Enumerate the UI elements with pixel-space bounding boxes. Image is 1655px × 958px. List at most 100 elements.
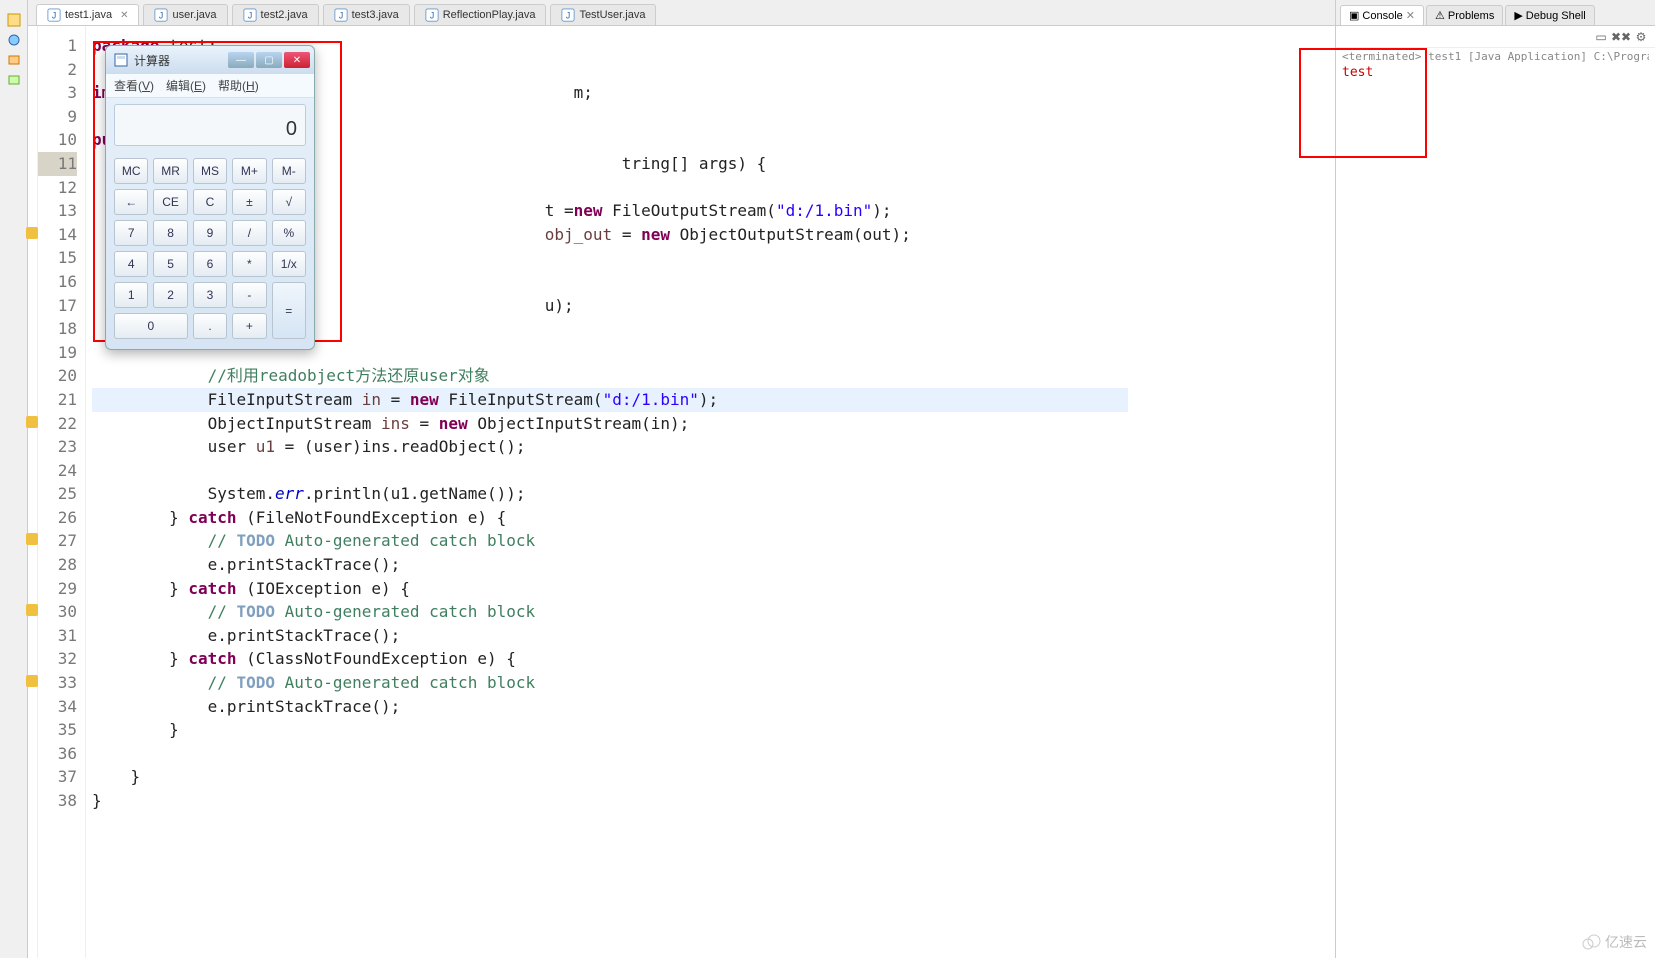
close-tab-icon[interactable]: ✕ xyxy=(120,10,128,21)
calc-button[interactable]: ← xyxy=(114,189,148,215)
editor-tab[interactable]: JReflectionPlay.java xyxy=(414,4,547,25)
line-number: 3 xyxy=(38,81,77,105)
calc-button[interactable]: MS xyxy=(193,158,227,184)
calc-button[interactable]: % xyxy=(272,220,306,246)
code-line[interactable]: } catch (IOException e) { xyxy=(92,577,1128,601)
console-output: test xyxy=(1342,65,1649,80)
calc-button[interactable]: C xyxy=(193,189,227,215)
calc-menu-item[interactable]: 查看(V) xyxy=(114,77,154,94)
calc-button[interactable]: = xyxy=(272,282,306,339)
gutter-marker xyxy=(28,435,37,459)
tool-icon[interactable] xyxy=(6,52,22,68)
calc-button[interactable]: 8 xyxy=(153,220,187,246)
calc-menu-item[interactable]: 帮助(H) xyxy=(218,77,259,94)
calc-button[interactable]: √ xyxy=(272,189,306,215)
editor-tab[interactable]: Juser.java xyxy=(143,4,227,25)
calc-button[interactable]: 6 xyxy=(193,251,227,277)
pin-console-icon[interactable]: ⚙ xyxy=(1633,29,1649,45)
calc-button[interactable]: 5 xyxy=(153,251,187,277)
calc-button[interactable]: MC xyxy=(114,158,148,184)
minimize-button[interactable]: — xyxy=(228,52,254,68)
code-line[interactable]: } catch (ClassNotFoundException e) { xyxy=(92,647,1128,671)
code-line[interactable]: user u1 = (user)ins.readObject(); xyxy=(92,435,1128,459)
gutter-marker xyxy=(28,34,37,58)
editor-tab[interactable]: Jtest2.java xyxy=(232,4,319,25)
line-number: 31 xyxy=(38,624,77,648)
calc-button[interactable]: 2 xyxy=(153,282,187,308)
calc-button[interactable]: ± xyxy=(232,189,266,215)
line-number: 33 xyxy=(38,671,77,695)
editor-tab[interactable]: JTestUser.java xyxy=(550,4,656,25)
gutter-marker xyxy=(28,246,37,270)
code-line[interactable]: // TODO Auto-generated catch block xyxy=(92,671,1128,695)
calc-button[interactable]: . xyxy=(193,313,227,339)
java-file-icon: J xyxy=(243,8,257,22)
calc-button[interactable]: 4 xyxy=(114,251,148,277)
code-line[interactable] xyxy=(92,742,1128,766)
panel-tab-icon: ⚠ xyxy=(1435,9,1445,22)
calc-button[interactable]: 1/x xyxy=(272,251,306,277)
gutter-marker xyxy=(28,671,37,695)
gutter-marker xyxy=(28,152,37,176)
panel-tab[interactable]: ▣Console ✕ xyxy=(1340,5,1424,25)
code-line[interactable]: ObjectInputStream ins = new ObjectInputS… xyxy=(92,412,1128,436)
code-line[interactable]: //利用readobject方法还原user对象 xyxy=(92,364,1128,388)
editor-tab[interactable]: Jtest1.java✕ xyxy=(36,4,139,25)
calculator-display: 0 xyxy=(114,104,306,146)
panel-tab-label: Console xyxy=(1362,10,1402,22)
code-line[interactable]: } xyxy=(92,789,1128,813)
line-number: 16 xyxy=(38,270,77,294)
calc-button[interactable]: - xyxy=(232,282,266,308)
right-panel: ▣Console ✕⚠Problems▶Debug Shell ▭ ✖✖ ⚙ <… xyxy=(1335,0,1655,958)
tool-icon[interactable] xyxy=(6,12,22,28)
close-button[interactable]: ✕ xyxy=(284,52,310,68)
calc-button[interactable]: 7 xyxy=(114,220,148,246)
gutter-marker xyxy=(28,600,37,624)
line-number: 21 xyxy=(38,388,77,412)
calculator-titlebar[interactable]: 计算器 — ▢ ✕ xyxy=(106,46,314,74)
calc-button[interactable]: 0 xyxy=(114,313,188,339)
gutter-marker xyxy=(28,789,37,813)
tool-icon[interactable] xyxy=(6,32,22,48)
close-icon[interactable]: ✕ xyxy=(1406,9,1415,22)
gutter-marker xyxy=(28,742,37,766)
remove-launch-icon[interactable]: ▭ xyxy=(1593,29,1609,45)
calc-button[interactable]: MR xyxy=(153,158,187,184)
calculator-window[interactable]: 计算器 — ▢ ✕ 查看(V)编辑(E)帮助(H) 0 MCMRMSM+M-←C… xyxy=(105,45,315,350)
code-line[interactable]: e.printStackTrace(); xyxy=(92,695,1128,719)
svg-text:J: J xyxy=(159,11,163,21)
svg-text:J: J xyxy=(566,11,570,21)
calc-button[interactable]: M+ xyxy=(232,158,266,184)
calc-button[interactable]: 9 xyxy=(193,220,227,246)
line-number: 37 xyxy=(38,765,77,789)
calc-button[interactable]: M- xyxy=(272,158,306,184)
calc-button[interactable]: * xyxy=(232,251,266,277)
code-line[interactable]: } catch (FileNotFoundException e) { xyxy=(92,506,1128,530)
code-line[interactable]: System.err.println(u1.getName()); xyxy=(92,482,1128,506)
editor-tab[interactable]: Jtest3.java xyxy=(323,4,410,25)
calc-menu-item[interactable]: 编辑(E) xyxy=(166,77,206,94)
code-line[interactable]: } xyxy=(92,718,1128,742)
tool-icon[interactable] xyxy=(6,72,22,88)
line-number: 22 xyxy=(38,412,77,436)
panel-tab[interactable]: ⚠Problems xyxy=(1426,5,1503,25)
svg-text:J: J xyxy=(338,11,342,21)
line-number: 19 xyxy=(38,341,77,365)
java-file-icon: J xyxy=(425,8,439,22)
maximize-button[interactable]: ▢ xyxy=(256,52,282,68)
code-line[interactable]: e.printStackTrace(); xyxy=(92,624,1128,648)
code-line[interactable]: // TODO Auto-generated catch block xyxy=(92,529,1128,553)
calc-button[interactable]: / xyxy=(232,220,266,246)
calc-button[interactable]: 3 xyxy=(193,282,227,308)
remove-all-icon[interactable]: ✖✖ xyxy=(1613,29,1629,45)
code-line[interactable]: FileInputStream in = new FileInputStream… xyxy=(92,388,1128,412)
calc-button[interactable]: + xyxy=(232,313,266,339)
code-line[interactable] xyxy=(92,459,1128,483)
code-line[interactable]: // TODO Auto-generated catch block xyxy=(92,600,1128,624)
code-line[interactable]: e.printStackTrace(); xyxy=(92,553,1128,577)
calc-button[interactable]: 1 xyxy=(114,282,148,308)
code-line[interactable]: } xyxy=(92,765,1128,789)
panel-tab[interactable]: ▶Debug Shell xyxy=(1505,5,1594,25)
calc-button[interactable]: CE xyxy=(153,189,187,215)
panel-tab-label: Debug Shell xyxy=(1526,10,1586,22)
